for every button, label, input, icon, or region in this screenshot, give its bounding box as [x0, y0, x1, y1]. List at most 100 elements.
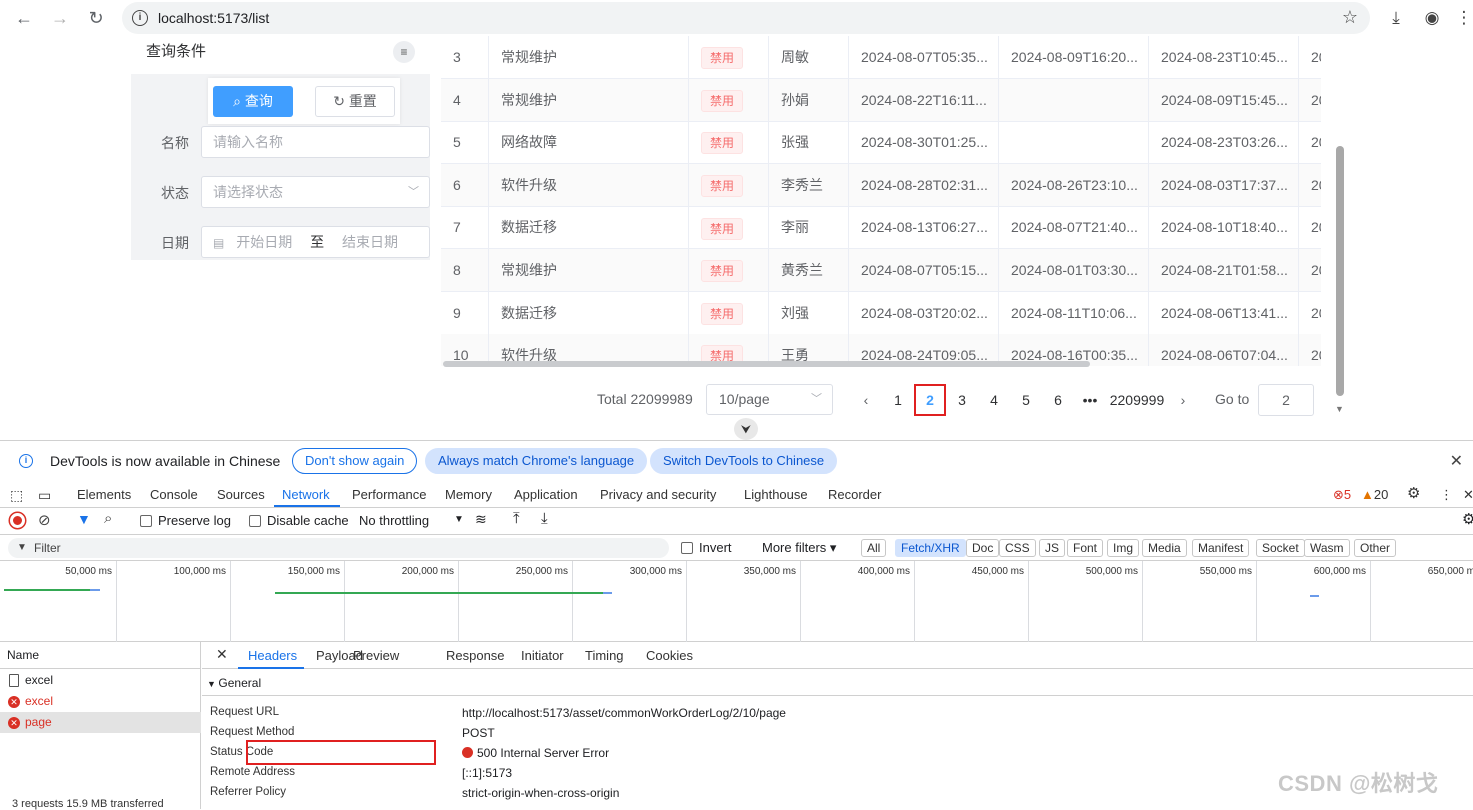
type-filter-other[interactable]: Other	[1354, 539, 1397, 557]
type-filter-all[interactable]: All	[861, 539, 887, 557]
pager-page-6[interactable]: 6	[1042, 384, 1074, 416]
wifi-icon[interactable]: ≋	[475, 511, 487, 528]
upload-icon[interactable]: ⤒	[513, 510, 520, 527]
type-filter-img[interactable]: Img	[1107, 539, 1140, 557]
forward-icon[interactable]: →	[48, 6, 72, 30]
goto-input[interactable]: 2	[1258, 384, 1314, 416]
type-filter-manifest[interactable]: Manifest	[1192, 539, 1250, 557]
back-icon[interactable]: ←	[12, 6, 36, 30]
pager-page-4[interactable]: 4	[978, 384, 1010, 416]
vertical-scrollbar[interactable]	[1336, 146, 1344, 396]
devtools-tab-network[interactable]: Network	[282, 487, 330, 502]
star-icon[interactable]: ☆	[1342, 7, 1358, 28]
filter-icon[interactable]: ▼	[77, 511, 91, 527]
close-icon[interactable]: ✕	[1463, 487, 1473, 503]
record-icon[interactable]	[10, 513, 25, 528]
error-count[interactable]: ⊗5	[1333, 487, 1351, 503]
devtools-tab-application[interactable]: Application	[514, 487, 578, 502]
date-range-picker[interactable]: ▤ 开始日期 至 结束日期	[201, 226, 430, 258]
close-icon[interactable]: ✕	[1450, 451, 1463, 471]
page-size-select[interactable]: 10/page ﹀	[706, 384, 833, 415]
devtools-tab-sources[interactable]: Sources	[217, 487, 265, 502]
dont-show-again-button[interactable]: Don't show again	[292, 448, 418, 474]
general-value[interactable]: strict-origin-when-cross-origin	[462, 786, 619, 800]
preserve-log-checkbox[interactable]	[140, 515, 152, 527]
general-value[interactable]: http://localhost:5173/asset/commonWorkOr…	[462, 706, 786, 720]
url-text[interactable]: localhost:5173/list	[158, 10, 269, 26]
table-row[interactable]: 8 常规维护 禁用 黄秀兰 2024-08-07T05:15... 2024-08-01T…	[441, 249, 1321, 292]
switch-to-chinese-button[interactable]: Switch DevTools to Chinese	[650, 448, 838, 474]
request-row[interactable]: excel	[0, 670, 201, 691]
more-icon[interactable]: ⋮	[1440, 487, 1453, 503]
invert-checkbox[interactable]	[681, 542, 693, 554]
info-icon[interactable]: i	[132, 10, 148, 26]
more-icon[interactable]: ⋮	[1452, 6, 1473, 30]
table-row[interactable]: 5 网络故障 禁用 张强 2024-08-30T01:25... 2024-08-23T0…	[441, 121, 1321, 165]
devtools-tab-privacy-and-security[interactable]: Privacy and security	[600, 487, 716, 502]
general-section-header[interactable]: ▼ General	[202, 670, 1473, 696]
general-value[interactable]: POST	[462, 726, 495, 740]
table-row[interactable]: 4 常规维护 禁用 孙娟 2024-08-22T16:11... 2024-08-09T1…	[441, 78, 1321, 122]
type-filter-font[interactable]: Font	[1067, 539, 1104, 557]
warning-count[interactable]: ▲20	[1361, 487, 1388, 502]
date-start[interactable]: 开始日期	[236, 234, 292, 250]
pager-page-5[interactable]: 5	[1010, 384, 1042, 416]
filter-input[interactable]: ▼ Filter	[8, 538, 669, 558]
name-column-header[interactable]: Name	[0, 642, 201, 669]
date-end[interactable]: 结束日期	[342, 234, 398, 250]
download-icon[interactable]: ⤓	[541, 510, 548, 527]
chevron-down-icon[interactable]: ▼	[454, 514, 464, 525]
collapse-icon[interactable]: ⮟	[734, 418, 758, 440]
settings-icon[interactable]: ⚙	[1407, 484, 1420, 502]
network-timeline[interactable]: 50,000 ms 100,000 ms 150,000 ms 200,000 ms 2…	[0, 561, 1473, 642]
throttling-select[interactable]: No throttling	[359, 513, 429, 528]
table-row[interactable]: 3 常规维护 禁用 周敏 2024-08-07T05:35... 2024-08-09T1…	[441, 36, 1321, 79]
reload-icon[interactable]: ↻	[84, 6, 108, 30]
type-filter-socket[interactable]: Socket	[1256, 539, 1305, 557]
reset-button[interactable]: ↻ 重置	[315, 86, 395, 117]
type-filter-fetch-xhr[interactable]: Fetch/XHR	[895, 539, 966, 557]
type-filter-js[interactable]: JS	[1039, 539, 1066, 557]
name-input[interactable]: 请输入名称	[201, 126, 430, 158]
request-row[interactable]: ✕ page	[0, 712, 201, 733]
horizontal-scrollbar[interactable]	[443, 361, 1090, 367]
download-icon[interactable]: ⤓	[1384, 6, 1408, 30]
inspect-icon[interactable]: ⬚	[10, 487, 23, 504]
devtools-tab-lighthouse[interactable]: Lighthouse	[744, 487, 808, 502]
device-toggle-icon[interactable]: ▭	[38, 487, 51, 504]
type-filter-doc[interactable]: Doc	[966, 539, 1000, 557]
type-filter-wasm[interactable]: Wasm	[1304, 539, 1350, 557]
next-page-button[interactable]: ›	[1167, 384, 1199, 416]
type-filter-css[interactable]: CSS	[999, 539, 1036, 557]
devtools-tab-recorder[interactable]: Recorder	[828, 487, 881, 502]
account-icon[interactable]: ◉	[1420, 6, 1444, 30]
prev-page-button[interactable]: ‹	[850, 384, 882, 416]
table-row[interactable]: 9 数据迁移 禁用 刘强 2024-08-03T20:02... 2024-08-11T1…	[441, 291, 1321, 335]
detail-tab-preview[interactable]: Preview	[353, 648, 399, 663]
table-row[interactable]: 7 数据迁移 禁用 李丽 2024-08-13T06:27... 2024-08-07T2…	[441, 206, 1321, 250]
clear-icon[interactable]: ⊘	[38, 511, 51, 529]
pager-page-2[interactable]: 2	[914, 384, 946, 416]
detail-tab-headers[interactable]: Headers	[248, 648, 297, 663]
search-icon[interactable]: ⌕	[104, 510, 112, 527]
detail-tab-initiator[interactable]: Initiator	[521, 648, 564, 663]
detail-tab-cookies[interactable]: Cookies	[646, 648, 693, 663]
general-value[interactable]: [::1]:5173	[462, 766, 512, 780]
menu-icon[interactable]: ≡	[393, 41, 415, 63]
query-button[interactable]: ⌕ 查询	[213, 86, 293, 117]
detail-tab-response[interactable]: Response	[446, 648, 505, 663]
devtools-tab-memory[interactable]: Memory	[445, 487, 492, 502]
devtools-tab-elements[interactable]: Elements	[77, 487, 131, 502]
settings-icon[interactable]: ⚙	[1462, 510, 1473, 528]
type-filter-media[interactable]: Media	[1142, 539, 1187, 557]
pager-page-3[interactable]: 3	[946, 384, 978, 416]
scroll-down-arrow-icon[interactable]: ▼	[1335, 404, 1344, 414]
close-icon[interactable]: ✕	[216, 646, 228, 663]
pager-page-1[interactable]: 1	[882, 384, 914, 416]
request-row[interactable]: ✕ excel	[0, 691, 201, 712]
match-language-button[interactable]: Always match Chrome's language	[425, 448, 648, 474]
more-filters-button[interactable]: More filters ▾	[762, 540, 836, 556]
detail-tab-timing[interactable]: Timing	[585, 648, 624, 663]
address-bar[interactable]: i localhost:5173/list ☆	[122, 2, 1370, 34]
pager-ellipsis[interactable]: •••	[1074, 384, 1106, 416]
